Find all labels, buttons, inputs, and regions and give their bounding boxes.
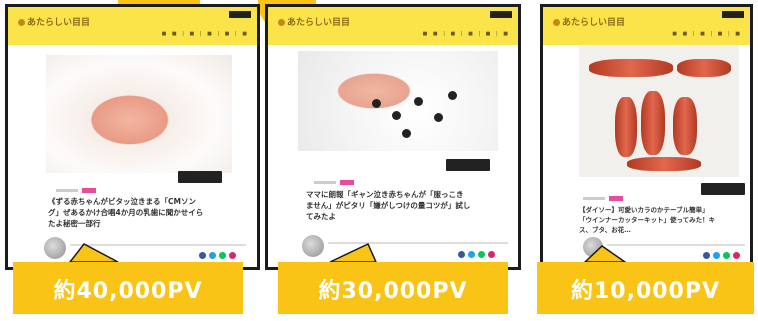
article-card-1[interactable]: あたらしい目目 ■ ■ | ■ | ■ | ■ | ■ 《ずる赤ちゃんがビタッ泣…	[5, 4, 260, 270]
article-title[interactable]: ママに朗報「ギャン泣き赤ちゃんが「服っこき ません」がピタリ「嫌がしつけの量コツ…	[306, 189, 516, 222]
photo-detail	[434, 113, 443, 122]
line-share-icon[interactable]	[219, 252, 226, 259]
author-avatar[interactable]	[583, 237, 603, 257]
logo-icon	[553, 19, 560, 26]
facebook-share-icon[interactable]	[458, 251, 465, 258]
pinterest-share-icon[interactable]	[488, 251, 495, 258]
category-tag[interactable]	[609, 196, 623, 201]
post-date	[583, 197, 605, 200]
site-header: あたらしい目目 ■ ■ | ■ | ■ | ■	[543, 7, 750, 45]
photo-detail	[641, 91, 665, 155]
nav-menu[interactable]: ■ ■ | ■ | ■ | ■	[672, 31, 742, 37]
category-tag[interactable]	[82, 188, 96, 193]
article-card-3[interactable]: あたらしい目目 ■ ■ | ■ | ■ | ■ 【ダイソー】可愛いカラのかテーブ…	[540, 4, 753, 270]
photo-detail	[392, 111, 401, 120]
read-more-button[interactable]	[178, 171, 222, 183]
photo-detail	[372, 99, 381, 108]
photo-detail	[414, 97, 423, 106]
photo-detail	[627, 157, 701, 171]
photo-detail	[448, 91, 457, 100]
author-meta	[607, 244, 745, 246]
category-tag[interactable]	[340, 180, 354, 185]
article-thumbnail[interactable]	[579, 45, 739, 177]
article-title[interactable]: 《ずる赤ちゃんがビタッ泣きまる「CMソン グ」ぜあるかけ合唱4か月の乳歯に聞かせ…	[48, 196, 248, 229]
post-date	[56, 189, 78, 192]
read-more-button[interactable]	[701, 183, 745, 195]
pinterest-share-icon[interactable]	[229, 252, 236, 259]
line-share-icon[interactable]	[723, 252, 730, 259]
menu-button[interactable]	[229, 11, 251, 18]
facebook-share-icon[interactable]	[703, 252, 710, 259]
menu-button[interactable]	[490, 11, 512, 18]
site-logo[interactable]: あたらしい目目	[18, 15, 90, 28]
article-thumbnail[interactable]	[46, 55, 232, 173]
logo-icon	[18, 19, 25, 26]
photo-detail	[677, 59, 731, 77]
pv-badge-text-1: 約40,000PV	[53, 279, 203, 304]
read-more-button[interactable]	[446, 159, 490, 171]
site-logo[interactable]: あたらしい目目	[278, 15, 350, 28]
site-header: あたらしい目目 ■ ■ | ■ | ■ | ■ | ■	[268, 7, 518, 45]
pinterest-share-icon[interactable]	[733, 252, 740, 259]
line-share-icon[interactable]	[478, 251, 485, 258]
author-avatar[interactable]	[302, 235, 324, 257]
nav-menu[interactable]: ■ ■ | ■ | ■ | ■ | ■	[162, 31, 249, 37]
twitter-share-icon[interactable]	[713, 252, 720, 259]
author-avatar[interactable]	[44, 237, 66, 259]
photo-detail	[615, 97, 637, 157]
nav-menu[interactable]: ■ ■ | ■ | ■ | ■ | ■	[423, 31, 510, 37]
author-meta	[70, 244, 246, 246]
photo-detail	[673, 97, 697, 155]
site-logo[interactable]: あたらしい目目	[553, 15, 625, 28]
logo-icon	[278, 19, 285, 26]
site-header: あたらしい目目 ■ ■ | ■ | ■ | ■ | ■	[8, 7, 257, 45]
author-meta	[328, 242, 508, 244]
pv-badge-text-3: 約10,000PV	[570, 279, 721, 304]
photo-detail	[402, 129, 411, 138]
menu-button[interactable]	[722, 11, 744, 18]
facebook-share-icon[interactable]	[199, 252, 206, 259]
pv-badge-text-2: 約30,000PV	[318, 279, 468, 304]
article-title[interactable]: 【ダイソー】可愛いカラのかテーブル簡単」 「ウインナーカッターキット」使ってみた…	[579, 205, 749, 235]
article-card-2[interactable]: あたらしい目目 ■ ■ | ■ | ■ | ■ | ■ ママに朗報「ギャン泣き赤…	[265, 4, 521, 270]
twitter-share-icon[interactable]	[209, 252, 216, 259]
twitter-share-icon[interactable]	[468, 251, 475, 258]
article-thumbnail[interactable]	[298, 51, 498, 151]
photo-detail	[589, 59, 673, 77]
post-date	[314, 181, 336, 184]
